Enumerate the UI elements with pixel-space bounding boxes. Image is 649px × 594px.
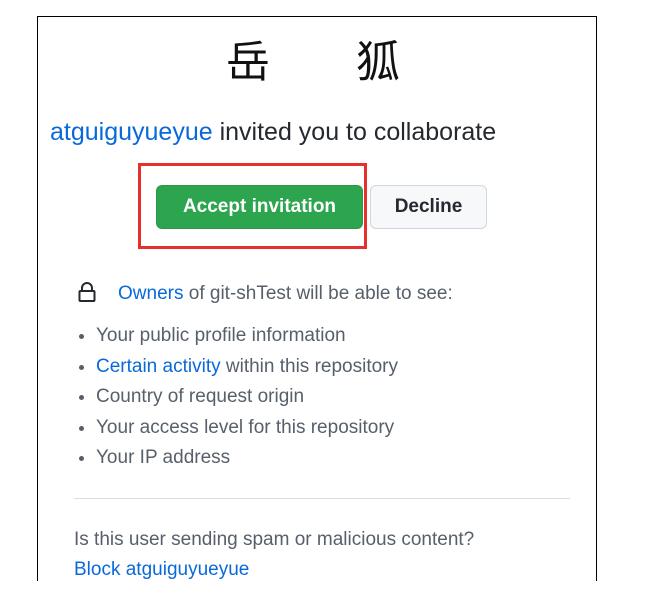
list-item: Your IP address — [96, 443, 398, 474]
list-item: Country of request origin — [96, 382, 398, 413]
accept-invitation-button[interactable]: Accept invitation — [156, 185, 363, 229]
avatar-glyph-right: 狐 — [356, 37, 400, 88]
inviter-link[interactable]: atguiguyueyue — [50, 118, 213, 146]
list-item: Certain activity within this repository — [96, 352, 398, 383]
certain-activity-link[interactable]: Certain activity — [96, 356, 221, 377]
owners-link[interactable]: Owners — [118, 283, 183, 304]
divider — [74, 498, 570, 499]
decline-button[interactable]: Decline — [370, 185, 487, 229]
list-item: Your public profile information — [96, 321, 398, 352]
block-user-link[interactable]: Block atguiguyueyue — [74, 557, 249, 581]
invite-title: atguiguyueyue invited you to collaborate — [50, 115, 496, 149]
list-item-text: Your access level for this repository — [96, 416, 395, 438]
invite-message: invited you to collaborate — [212, 118, 497, 146]
permissions-intro-text: of git-shTest will be able to see: — [183, 283, 453, 304]
permissions-intro: Owners of git-shTest will be able to see… — [78, 281, 453, 310]
avatar-header: 岳 狐 — [38, 35, 596, 91]
list-item-text: Your IP address — [96, 447, 231, 468]
list-item-text: within this repository — [220, 355, 399, 377]
invitation-panel: 岳 狐 atguiguyueyue invited you to collabo… — [37, 16, 597, 581]
list-item: Your access level for this repository — [96, 413, 398, 444]
list-item-text: Your public profile information — [96, 325, 346, 346]
permissions-list: Your public profile information Certain … — [74, 321, 398, 474]
list-item-text: Country of request origin — [96, 386, 305, 407]
avatar-glyph-left: 岳 — [226, 37, 270, 88]
lock-icon — [78, 282, 100, 310]
spam-question: Is this user sending spam or malicious c… — [74, 529, 475, 550]
